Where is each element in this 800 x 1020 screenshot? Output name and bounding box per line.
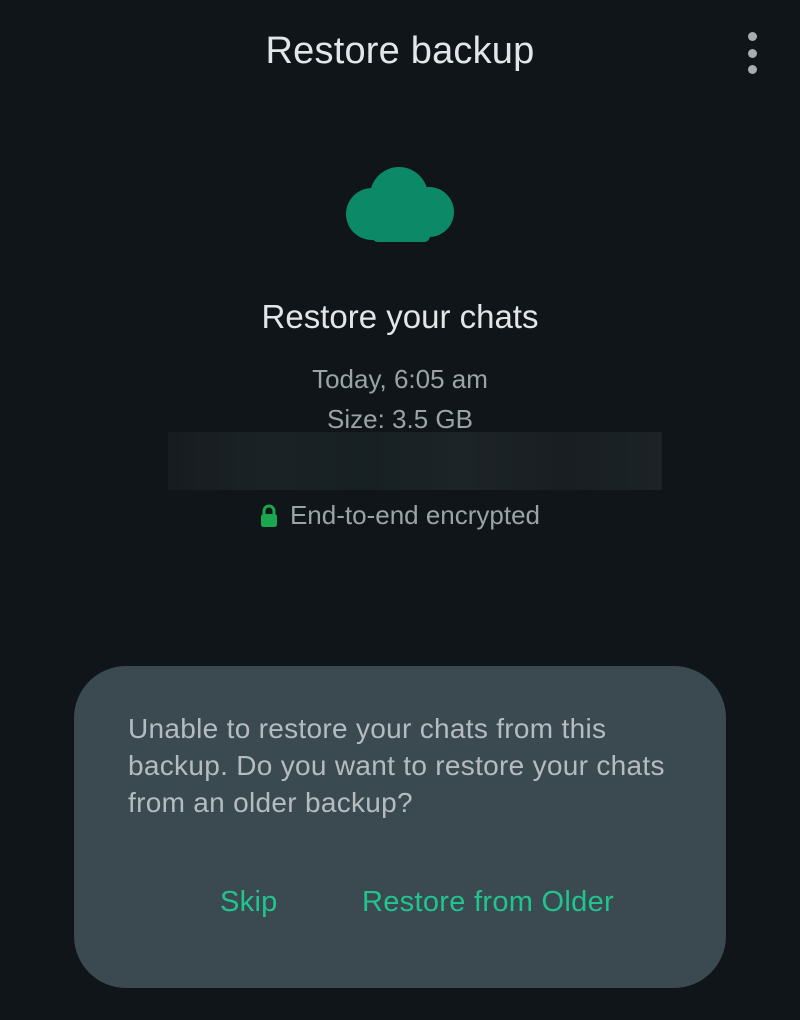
more-vert-icon <box>747 32 757 41</box>
more-vert-icon-dot <box>747 48 757 58</box>
top-app-bar: Restore backup <box>0 0 800 110</box>
restore-headline: Restore your chats <box>261 298 539 335</box>
dialog-message: Unable to restore your chats from this b… <box>128 713 665 818</box>
cloud-icon <box>346 167 454 242</box>
redacted-account-info <box>168 432 662 490</box>
more-options-button[interactable] <box>734 32 770 74</box>
lock-icon <box>260 504 277 527</box>
screen-title: Restore backup <box>265 30 535 72</box>
restore-error-dialog: Unable to restore your chats from this b… <box>74 666 726 988</box>
dialog-actions: Skip Restore from Older <box>74 886 726 926</box>
more-vert-icon-dot <box>747 65 757 74</box>
encryption-row: End-to-end encrypted <box>0 500 800 531</box>
backup-date: Today, 6:05 am <box>312 364 488 394</box>
encryption-label: End-to-end encrypted <box>289 500 541 530</box>
restore-from-older-button[interactable]: Restore from Older <box>362 886 614 919</box>
backup-size: Size: 3.5 GB <box>327 404 473 434</box>
skip-button[interactable]: Skip <box>220 886 278 919</box>
